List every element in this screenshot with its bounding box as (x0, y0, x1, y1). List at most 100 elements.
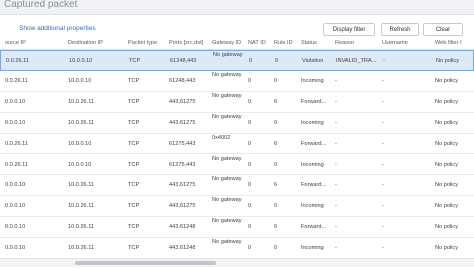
cell-source-ip: 0.0.26.11 (5, 161, 28, 168)
column-header-ports[interactable]: Ports [src,dst] (169, 40, 203, 46)
cell-source-ip: 0.0.26.11 (5, 77, 28, 84)
column-header-source-ip[interactable]: ource IP (5, 40, 26, 46)
cell-packet-type: TCP (128, 203, 140, 210)
table-row[interactable]: 0.0.0.10 10.0.26.11 TCP 443,61248 No gateway… (0, 217, 474, 239)
column-header-reason[interactable]: Reason (335, 40, 354, 46)
cell-web-filter: No policy (435, 98, 459, 105)
cell-destination-ip: 10.0.26.11 (68, 203, 95, 210)
cell-source-ip: 0.0.26.11 (5, 140, 28, 147)
cell-rule-id: 6 (274, 140, 278, 147)
cell-ports: 61248,443 (170, 58, 197, 64)
cell-reason: - (335, 182, 337, 189)
cell-status: Incoming (301, 77, 324, 84)
column-header-nat-id[interactable]: NAT ID (248, 40, 266, 46)
cell-gateway-id: No gateway (212, 218, 242, 225)
cell-reason: - (335, 203, 337, 210)
cell-status: Forward... (301, 98, 327, 105)
cell-gateway-id: No gateway (212, 92, 242, 99)
cell-gateway-id: No gateway (213, 52, 243, 58)
cell-packet-type: TCP (128, 119, 140, 126)
cell-username: - (383, 58, 385, 64)
cell-nat-id: 0 (248, 98, 252, 105)
cell-web-filter: No policy (435, 182, 459, 189)
cell-nat-id: 0 (248, 161, 252, 168)
cell-gateway-id: No gateway (212, 155, 242, 162)
cell-reason: - (335, 119, 337, 126)
cell-destination-ip: 10.0.0.10 (68, 161, 92, 168)
cell-gateway-id: 0x4002 (212, 134, 231, 141)
cell-ports: 443,61275 (169, 203, 196, 210)
cell-rule-id: 6 (274, 98, 278, 105)
cell-reason: - (335, 224, 337, 231)
cell-nat-id: 0 (248, 245, 252, 252)
cell-ports: 61275,443 (169, 161, 196, 168)
cell-username: - (382, 182, 384, 189)
cell-packet-type: TCP (128, 98, 140, 105)
cell-web-filter: No policy (435, 140, 459, 147)
cell-status: Forward... (301, 140, 327, 147)
table-row[interactable]: 0.0.0.10 10.0.26.11 TCP 443,61275 No gateway… (0, 196, 474, 218)
show-additional-properties-link[interactable]: Show additional properties (19, 25, 96, 32)
cell-username: - (382, 119, 384, 126)
cell-ports: 443,61275 (169, 119, 196, 126)
cell-rule-id: 0 (274, 161, 278, 168)
cell-web-filter: No policy (435, 203, 459, 210)
cell-username: - (382, 98, 384, 105)
clear-button[interactable]: Clear (423, 23, 463, 36)
column-header-packet-type[interactable]: Packet type (128, 40, 157, 46)
cell-web-filter: No policy (435, 245, 459, 252)
horizontal-scrollbar[interactable] (0, 258, 474, 267)
toolbar: Show additional properties Display filte… (0, 15, 474, 37)
cell-packet-type: TCP (128, 140, 140, 147)
packet-table: ource IP Destination IP Packet type Port… (0, 37, 474, 259)
cell-rule-id: 0 (274, 245, 278, 252)
table-row[interactable]: 0.0.26.11 10.0.0.10 TCP 61275,443 No gateway… (0, 155, 474, 176)
cell-username: - (382, 224, 384, 231)
column-header-destination-ip[interactable]: Destination IP (68, 40, 103, 46)
cell-destination-ip: 10.0.26.11 (68, 119, 95, 126)
cell-destination-ip: 10.0.26.11 (68, 182, 95, 189)
table-row[interactable]: 0.0.0.10 10.0.26.11 TCP 443,61275 No gateway… (0, 175, 474, 197)
cell-gateway-id: No gateway (212, 176, 242, 183)
cell-destination-ip: 10.0.26.11 (68, 245, 95, 252)
cell-destination-ip: 10.0.26.11 (68, 98, 95, 105)
column-header-web-filter[interactable]: Web filter I (435, 40, 462, 46)
refresh-button[interactable]: Refresh (381, 23, 419, 36)
table-row[interactable]: 0.0.0.10 10.0.26.11 TCP 443,61248 No gateway… (0, 238, 474, 259)
column-header-username[interactable]: Username (382, 40, 408, 46)
cell-reason: - (335, 161, 337, 168)
cell-nat-id: 0 (248, 140, 252, 147)
cell-destination-ip: 10.0.0.10 (68, 140, 92, 147)
table-row[interactable]: 0.0.26.11 10.0.0.10 TCP 61275,443 0x4002 0 6 Fo… (0, 134, 474, 155)
table-row[interactable]: 0.0.0.10 10.0.26.11 TCP 443,61275 No gateway… (0, 113, 474, 134)
table-header: ource IP Destination IP Packet type Port… (0, 37, 474, 50)
display-filter-button[interactable]: Display filter (323, 23, 375, 36)
cell-status: Incoming (301, 203, 324, 210)
cell-source-ip: 0.0.0.10 (5, 119, 26, 126)
cell-username: - (382, 77, 384, 84)
cell-reason: - (335, 140, 337, 147)
cell-status: Forward... (301, 182, 327, 189)
column-header-gateway-id[interactable]: Gateway ID (212, 40, 241, 46)
cell-ports: 443,61275 (169, 98, 196, 105)
cell-ports: 61248,443 (169, 77, 196, 84)
cell-ports: 443,61248 (169, 245, 196, 252)
cell-rule-id: 0 (274, 119, 278, 126)
cell-packet-type: TCP (128, 182, 140, 189)
scrollbar-thumb[interactable] (75, 261, 216, 265)
cell-destination-ip: 10.0.26.11 (68, 224, 95, 231)
cell-packet-type: TCP (128, 77, 140, 84)
cell-ports: 443,61275 (169, 182, 196, 189)
column-header-rule-id[interactable]: Rule ID (274, 40, 293, 46)
column-header-status[interactable]: Status (301, 40, 317, 46)
window-titlebar: Captured packet (0, 0, 474, 15)
cell-web-filter: No policy (435, 119, 459, 126)
table-row[interactable]: 0.0.0.10 10.0.26.11 TCP 443,61275 No gateway… (0, 92, 474, 113)
cell-source-ip: 0.0.0.10 (5, 224, 26, 231)
cell-rule-id: 6 (274, 224, 278, 231)
cell-source-ip: 0.0.26.11 (6, 58, 29, 64)
table-row[interactable]: 0.0.26.11 10.0.0.10 TCP 61248,443 No gateway… (0, 71, 474, 92)
cell-ports: 61275,443 (169, 140, 196, 147)
cell-ports: 443,61248 (169, 224, 196, 231)
table-row[interactable]: 0.0.26.11 10.0.0.10 TCP 61248,443 No gateway… (0, 50, 474, 71)
